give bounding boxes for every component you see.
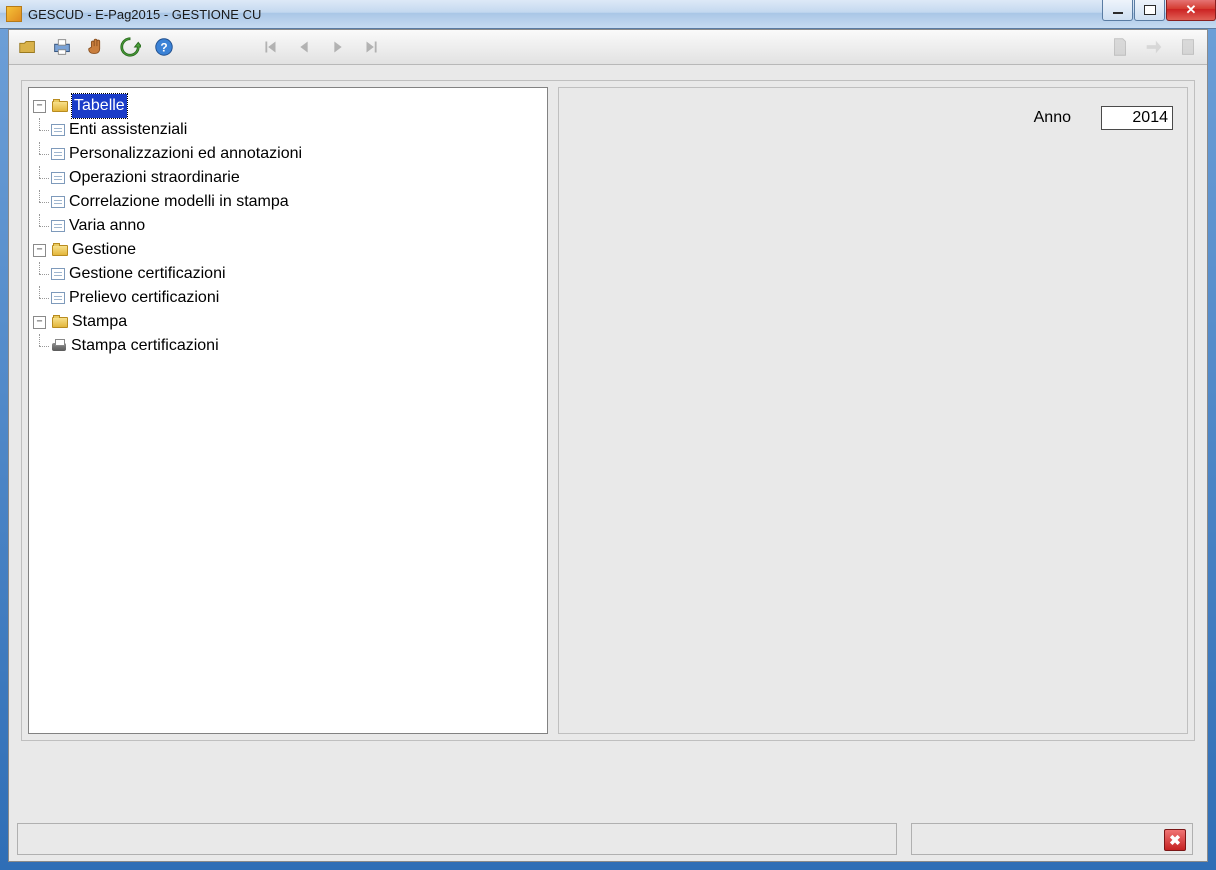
prev-icon	[293, 36, 315, 58]
doc-button-3[interactable]	[1173, 32, 1203, 62]
leaf-icon	[51, 268, 65, 280]
folder-icon	[52, 243, 68, 257]
tree-leaf-operazioni[interactable]: Operazioni straordinarie	[51, 166, 543, 190]
leaf-icon	[51, 148, 65, 160]
printer-icon	[51, 36, 73, 58]
tree-leaf-stampa-cert[interactable]: Stampa certificazioni	[51, 334, 543, 358]
tree-label: Gestione	[72, 238, 136, 262]
nav-first-button[interactable]	[255, 32, 285, 62]
next-icon	[327, 36, 349, 58]
panel-group: − Tabelle Enti assistenziali Personalizz…	[21, 80, 1195, 741]
tree-label: Tabelle	[72, 94, 127, 118]
tree-label: Stampa certificazioni	[71, 334, 219, 358]
maximize-button[interactable]	[1134, 0, 1165, 21]
first-icon	[259, 36, 281, 58]
printer-icon	[51, 339, 67, 353]
refresh-button[interactable]	[115, 32, 145, 62]
doc-button-1[interactable]	[1105, 32, 1135, 62]
window-frame: GESCUD - E-Pag2015 - GESTIONE CU ✕ ?	[0, 0, 1216, 870]
tree-label: Varia anno	[69, 214, 145, 238]
status-bar: ✖	[17, 823, 1193, 853]
leaf-icon	[51, 172, 65, 184]
leaf-icon	[51, 220, 65, 232]
tree-label: Operazioni straordinarie	[69, 166, 240, 190]
app-icon	[6, 6, 22, 22]
arrow-right-icon	[1143, 36, 1165, 58]
tree-leaf-correlazione[interactable]: Correlazione modelli in stampa	[51, 190, 543, 214]
document-icon	[1109, 36, 1131, 58]
status-right: ✖	[911, 823, 1193, 855]
anno-label: Anno	[1034, 109, 1071, 127]
tree-leaf-prelievo-cert[interactable]: Prelievo certificazioni	[51, 286, 543, 310]
last-icon	[361, 36, 383, 58]
tree-leaf-personalizzazioni[interactable]: Personalizzazioni ed annotazioni	[51, 142, 543, 166]
window-buttons: ✕	[1102, 0, 1216, 20]
hand-icon	[85, 36, 107, 58]
folder-icon	[52, 315, 68, 329]
collapse-icon[interactable]: −	[33, 244, 46, 257]
copy-button[interactable]	[81, 32, 111, 62]
folder-icon	[52, 99, 68, 113]
tree-label: Gestione certificazioni	[69, 262, 226, 286]
detail-panel: Anno 2014	[558, 87, 1188, 734]
help-button[interactable]: ?	[149, 32, 179, 62]
nav-last-button[interactable]	[357, 32, 387, 62]
bottom-area: ✖	[9, 753, 1207, 861]
close-button[interactable]: ✕	[1166, 0, 1216, 21]
tree-leaf-enti[interactable]: Enti assistenziali	[51, 118, 543, 142]
content-wrap: − Tabelle Enti assistenziali Personalizz…	[21, 80, 1195, 741]
status-close-button[interactable]: ✖	[1164, 829, 1186, 851]
anno-field[interactable]: 2014	[1101, 106, 1173, 130]
tree-node-tabelle[interactable]: − Tabelle	[33, 94, 543, 118]
status-left	[17, 823, 897, 855]
tree-node-gestione[interactable]: − Gestione	[33, 238, 543, 262]
window-title: GESCUD - E-Pag2015 - GESTIONE CU	[28, 7, 261, 22]
collapse-icon[interactable]: −	[33, 316, 46, 329]
help-icon: ?	[153, 36, 175, 58]
leaf-icon	[51, 196, 65, 208]
nav-prev-button[interactable]	[289, 32, 319, 62]
open-button[interactable]	[13, 32, 43, 62]
tree-leaf-gestione-cert[interactable]: Gestione certificazioni	[51, 262, 543, 286]
leaf-icon	[51, 292, 65, 304]
tree-node-stampa[interactable]: − Stampa	[33, 310, 543, 334]
refresh-icon	[119, 36, 141, 58]
tree-label: Personalizzazioni ed annotazioni	[69, 142, 302, 166]
svg-text:?: ?	[160, 41, 167, 55]
collapse-icon[interactable]: −	[33, 100, 46, 113]
tree-panel[interactable]: − Tabelle Enti assistenziali Personalizz…	[28, 87, 548, 734]
page-icon	[1177, 36, 1199, 58]
tree-label: Correlazione modelli in stampa	[69, 190, 289, 214]
client-area: ?	[8, 29, 1208, 862]
toolbar: ?	[9, 30, 1207, 65]
minimize-button[interactable]	[1102, 0, 1133, 21]
folder-open-icon	[17, 36, 39, 58]
tree-leaf-varia-anno[interactable]: Varia anno	[51, 214, 543, 238]
tree-label: Prelievo certificazioni	[69, 286, 219, 310]
nav-next-button[interactable]	[323, 32, 353, 62]
titlebar[interactable]: GESCUD - E-Pag2015 - GESTIONE CU ✕	[0, 0, 1216, 29]
tree-label: Enti assistenziali	[69, 118, 187, 142]
print-button[interactable]	[47, 32, 77, 62]
tree-label: Stampa	[72, 310, 127, 334]
leaf-icon	[51, 124, 65, 136]
doc-button-2[interactable]	[1139, 32, 1169, 62]
